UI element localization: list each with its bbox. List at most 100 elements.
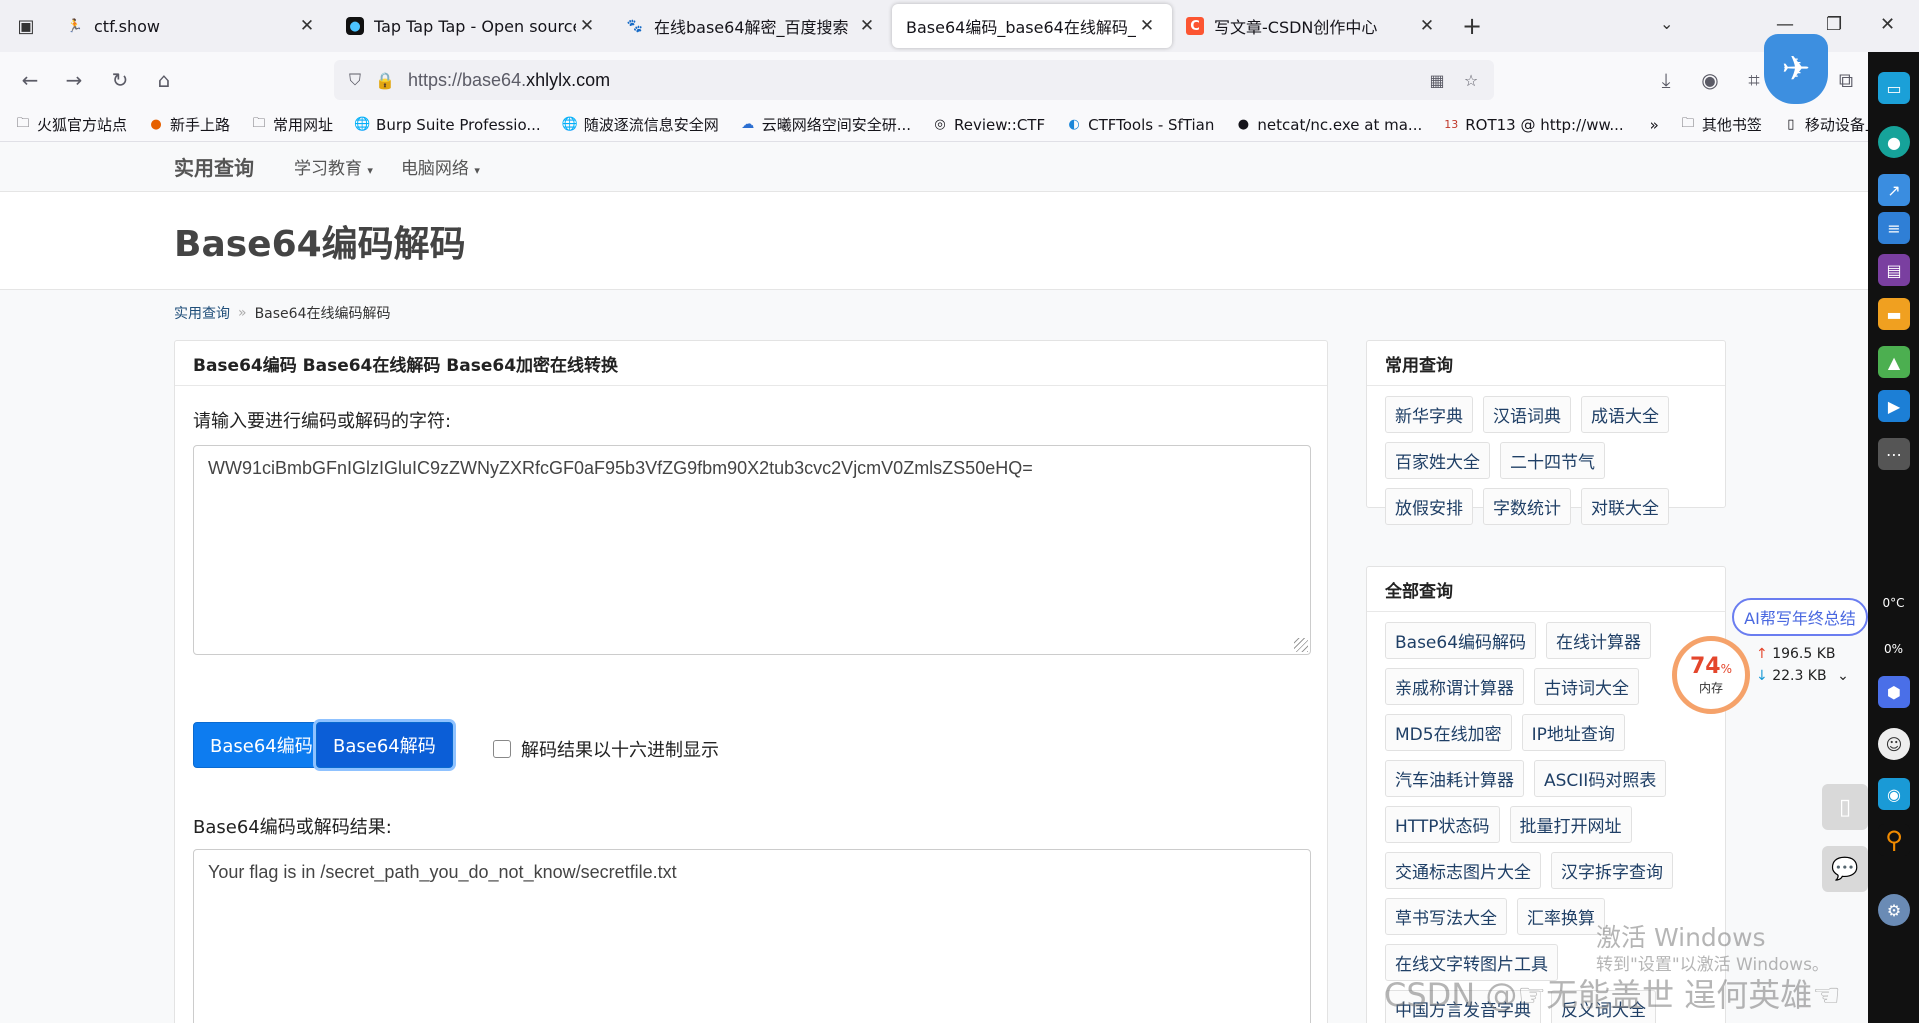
archive-icon[interactable]: ▤	[1878, 254, 1910, 286]
output-textarea[interactable]: Your flag is in /secret_path_you_do_not_…	[193, 849, 1311, 1023]
address-bar[interactable]: ⛉ 🔒 https://base64.xhlylx.com ▦ ☆	[334, 60, 1494, 100]
video-icon[interactable]: ▶	[1878, 390, 1910, 422]
query-link[interactable]: 古诗词大全	[1534, 668, 1639, 705]
search-icon[interactable]: ⚲	[1878, 824, 1910, 856]
shortcut-icon[interactable]: ↗	[1878, 174, 1910, 206]
close-icon[interactable]: ✕	[1416, 16, 1438, 36]
query-link[interactable]: 对联大全	[1581, 488, 1669, 525]
download-icon[interactable]: ⤓	[1652, 66, 1680, 94]
menu-education[interactable]: 学习教育 ▾	[294, 154, 373, 179]
query-link[interactable]: 汉字拆字查询	[1551, 852, 1673, 889]
bookmark-item[interactable]: 🌐 随波逐流信息安全网	[561, 114, 719, 135]
site-brand[interactable]: 实用查询	[174, 152, 254, 181]
bookmarks-overflow-icon[interactable]: »	[1650, 116, 1659, 134]
restore-icon[interactable]: ❐	[1826, 14, 1842, 35]
gear-icon[interactable]: ⚙	[1878, 894, 1910, 926]
bookmark-item[interactable]: 🗀 其他书签	[1679, 114, 1762, 135]
bookmark-item[interactable]: 13 ROT13 @ http://ww...	[1442, 116, 1623, 134]
query-link[interactable]: 二十四节气	[1500, 442, 1605, 479]
url-text[interactable]: https://base64.xhlylx.com	[408, 70, 610, 91]
query-link[interactable]: 汇率换算	[1517, 898, 1605, 935]
query-link[interactable]: HTTP状态码	[1385, 806, 1500, 843]
chevron-down-icon[interactable]: ⌄	[1660, 14, 1673, 33]
chevron-down-icon[interactable]: ⌄	[1837, 668, 1849, 684]
extensions-icon[interactable]: ⧉	[1832, 66, 1860, 94]
query-link[interactable]: 新华字典	[1385, 396, 1473, 433]
query-link[interactable]: 交通标志图片大全	[1385, 852, 1541, 889]
mobile-phone-icon[interactable]: ▯	[1822, 784, 1868, 830]
menu-network[interactable]: 电脑网络 ▾	[401, 154, 480, 179]
query-link[interactable]: MD5在线加密	[1385, 714, 1512, 751]
bookmark-label: 新手上路	[170, 116, 231, 134]
close-icon[interactable]: ✕	[1136, 16, 1158, 36]
reload-icon[interactable]: ↻	[106, 66, 134, 94]
close-icon[interactable]: ✕	[296, 16, 318, 36]
bookmark-item[interactable]: 🗀 常用网址	[250, 114, 334, 135]
query-link[interactable]: 字数统计	[1483, 488, 1571, 525]
query-link[interactable]: 百家姓大全	[1385, 442, 1490, 479]
firefox-icon: ●	[150, 117, 162, 132]
query-link[interactable]: IP地址查询	[1521, 714, 1625, 751]
query-link[interactable]: 草书写法大全	[1385, 898, 1507, 935]
bird-extension-icon[interactable]: ✈	[1764, 34, 1828, 104]
tab-taptap[interactable]: ● Tap Tap Tap - Open source ta ✕	[332, 4, 612, 48]
hexagon-icon[interactable]: ⬢	[1878, 676, 1910, 708]
minimize-icon[interactable]: —	[1776, 14, 1794, 35]
ai-summary-pill[interactable]: AI帮写年终总结	[1732, 598, 1868, 636]
bookmark-label: netcat/nc.exe at ma...	[1257, 115, 1423, 134]
resize-handle-icon[interactable]	[1294, 638, 1308, 652]
decode-button[interactable]: Base64解码	[316, 722, 453, 768]
bookmark-item[interactable]: ◐ CTFTools - SfTian	[1065, 116, 1214, 134]
tab-list-icon[interactable]: ▣	[0, 0, 52, 52]
tab-csdn[interactable]: C 写文章-CSDN创作中心 ✕	[1172, 4, 1452, 48]
query-link[interactable]: 汉语词典	[1483, 396, 1571, 433]
query-link[interactable]: 在线计算器	[1546, 622, 1652, 659]
bookmark-item[interactable]: ● netcat/nc.exe at ma...	[1234, 115, 1423, 134]
star-icon[interactable]: ☆	[1456, 65, 1486, 95]
input-textarea[interactable]: WW91ciBmbGFnIGlzIGluIC9zZWNyZXRfcGF0aF95…	[193, 445, 1311, 655]
account-icon[interactable]: ◉	[1696, 66, 1724, 94]
more-icon[interactable]: ⋯	[1878, 438, 1910, 470]
bookmark-item[interactable]: ☁ 云曦网络空间安全研...	[739, 114, 911, 135]
bookmark-item[interactable]: 🗀 火狐官方站点	[14, 114, 127, 135]
home-icon[interactable]: ⌂	[150, 66, 178, 94]
shield-icon[interactable]: ⛉	[340, 65, 370, 95]
bookmark-item[interactable]: 🌐 Burp Suite Professio...	[353, 116, 541, 134]
chat-bubble-icon[interactable]: 💬	[1822, 846, 1868, 892]
caret-down-icon: ▾	[474, 164, 480, 177]
checkbox-box[interactable]	[493, 740, 511, 758]
qr-code-icon[interactable]: ▦	[1422, 65, 1452, 95]
query-link[interactable]: 批量打开网址	[1509, 806, 1632, 843]
memory-usage-gauge[interactable]: 74% 内存	[1672, 636, 1750, 714]
bookmark-item[interactable]: ◎ Review::CTF	[931, 116, 1045, 134]
close-window-icon[interactable]: ✕	[1880, 14, 1895, 35]
tab-baidu[interactable]: 🐾 在线base64解密_百度搜索 ✕	[612, 4, 892, 48]
query-link[interactable]: Base64编码解码	[1385, 622, 1537, 659]
folder-icon[interactable]: ▬	[1878, 298, 1910, 330]
encode-button[interactable]: Base64编码	[193, 722, 330, 768]
tab-title: 写文章-CSDN创作中心	[1214, 18, 1378, 37]
query-link[interactable]: 成语大全	[1581, 396, 1669, 433]
hex-display-checkbox[interactable]: 解码结果以十六进制显示	[493, 736, 719, 762]
document-icon[interactable]: ≡	[1878, 212, 1910, 244]
tab-base64[interactable]: Base64编码_base64在线解码_bas ✕	[892, 4, 1172, 48]
breadcrumb-home[interactable]: 实用查询	[174, 303, 230, 323]
monitor-icon[interactable]: ▭	[1878, 72, 1910, 104]
bookmark-item[interactable]: ● 新手上路	[147, 114, 230, 135]
query-link[interactable]: 亲戚称谓计算器	[1385, 668, 1524, 705]
query-link[interactable]: ASCII码对照表	[1534, 760, 1667, 797]
forward-arrow-icon[interactable]: →	[60, 66, 88, 94]
screen-icon[interactable]: ◉	[1878, 778, 1910, 810]
avatar[interactable]: ☺	[1878, 728, 1910, 760]
tab-ctfshow[interactable]: 🏃 ctf.show ✕	[52, 4, 332, 48]
query-link[interactable]: 放假安排	[1385, 488, 1473, 525]
query-link[interactable]: 汽车油耗计算器	[1385, 760, 1524, 797]
bookmark-label: 常用网址	[273, 116, 334, 134]
close-icon[interactable]: ✕	[856, 16, 878, 36]
image-icon[interactable]: ▲	[1878, 346, 1910, 378]
user-icon[interactable]: ●	[1878, 126, 1910, 158]
close-icon[interactable]: ✕	[576, 16, 598, 36]
new-tab-plus-icon[interactable]: +	[1452, 4, 1492, 48]
back-arrow-icon[interactable]: ←	[16, 66, 44, 94]
lock-icon[interactable]: 🔒	[370, 65, 400, 95]
